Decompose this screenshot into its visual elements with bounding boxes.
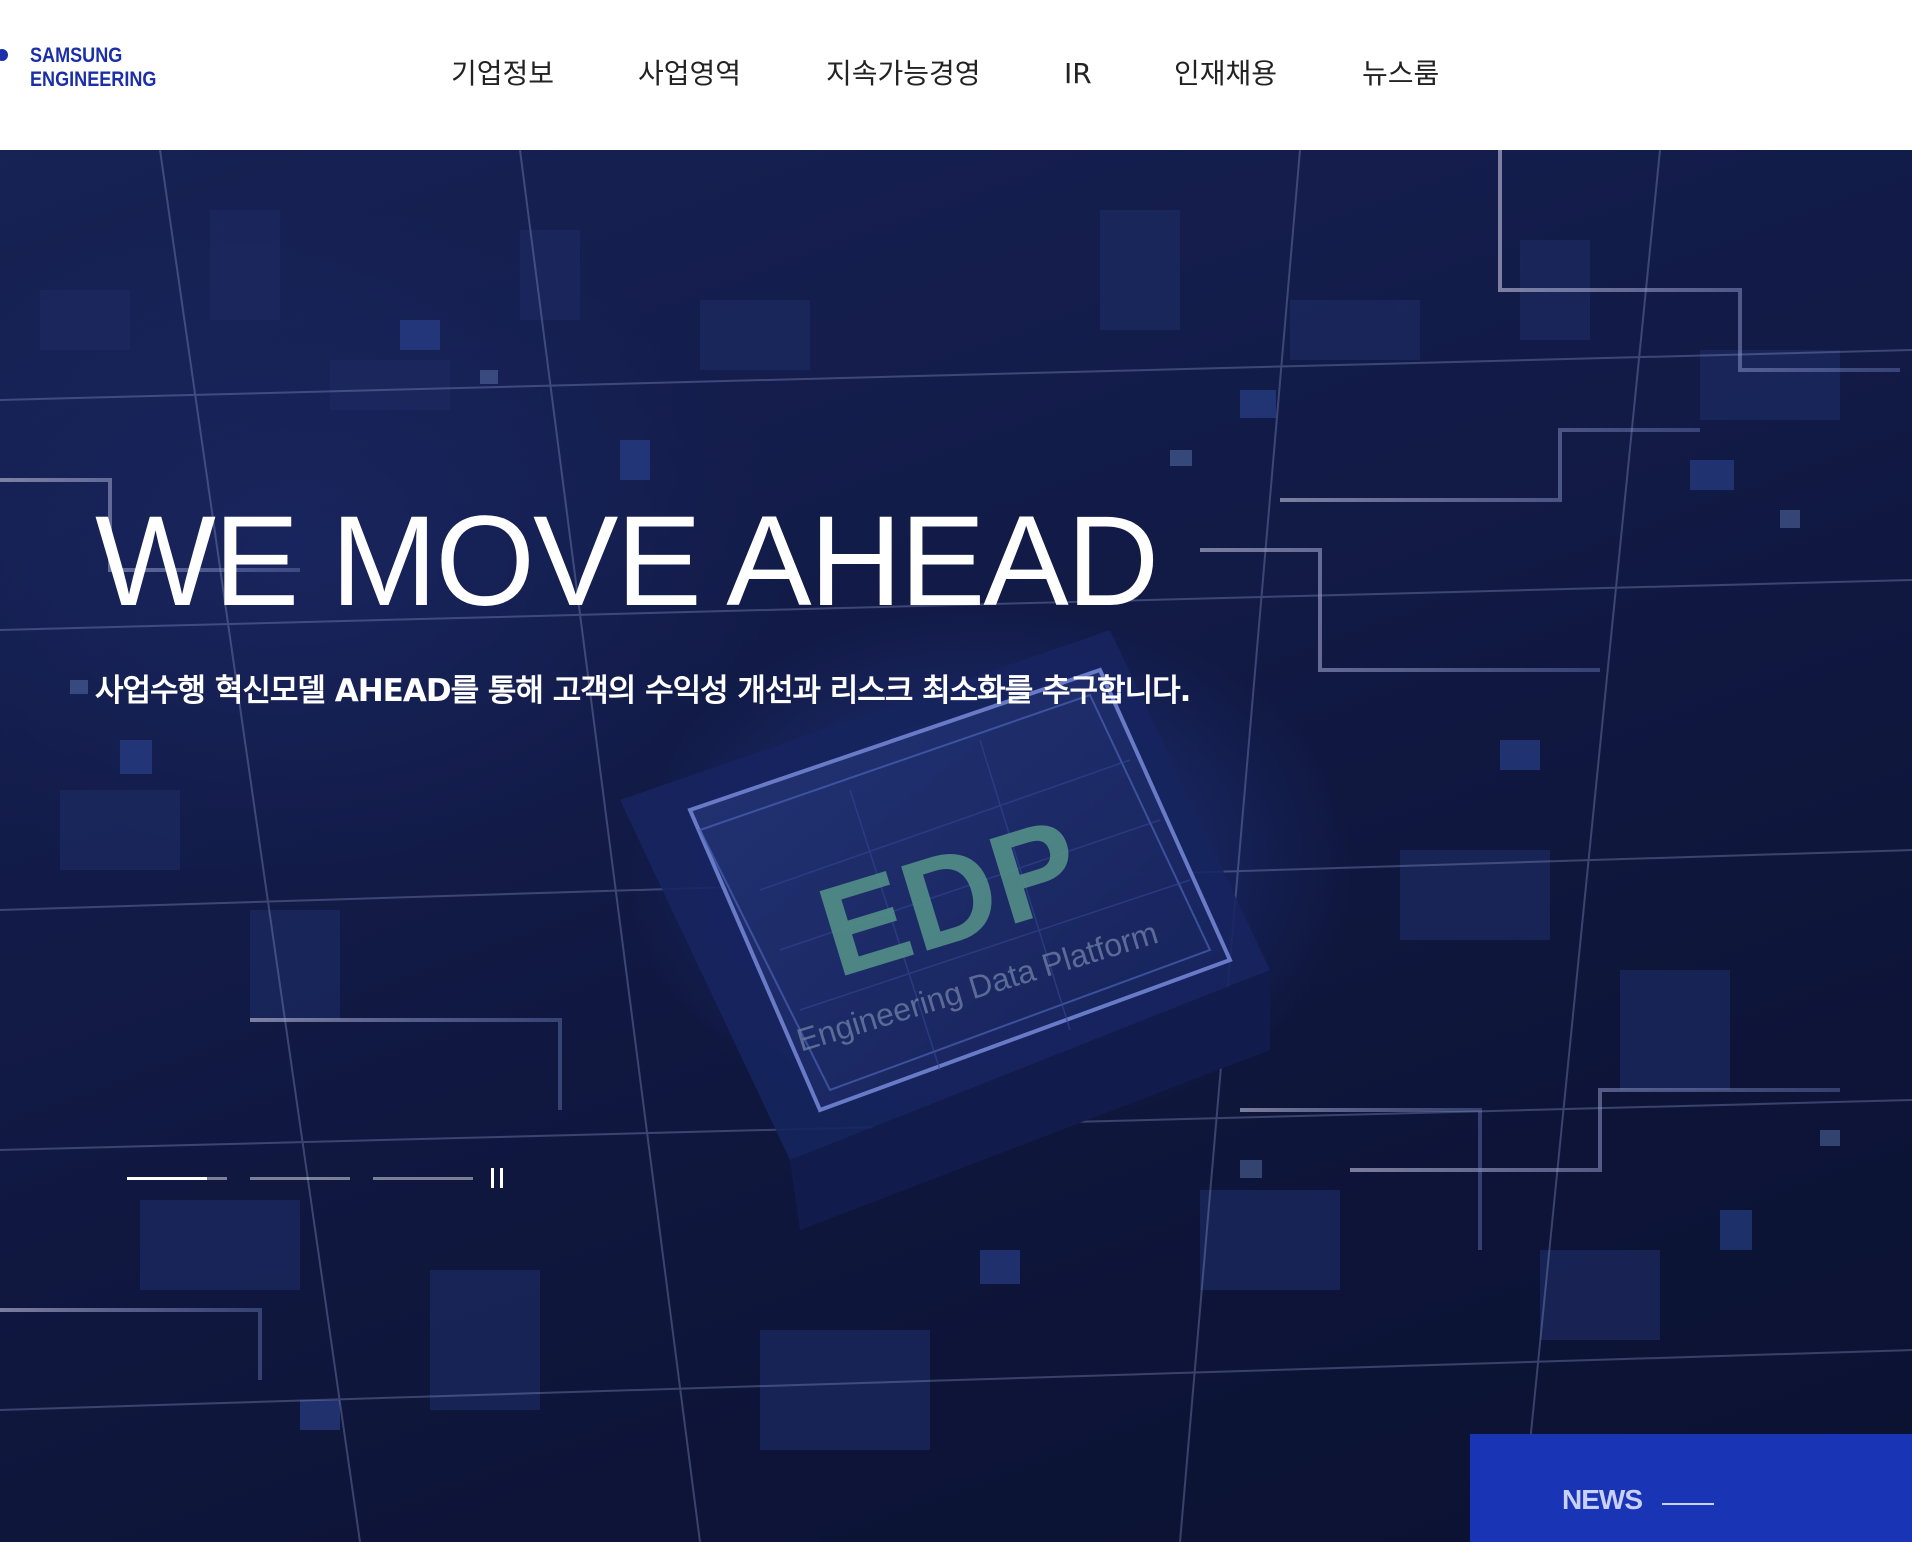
hero-banner: EDP Engineering Data Platform WE MOVE AH… [0,150,1912,1542]
nav-item-company-info[interactable]: 기업정보 [451,51,554,97]
nav-item-business-area[interactable]: 사업영역 [638,51,741,97]
logo-mark-icon [0,49,8,61]
hero-subtitle: 사업수행 혁신모델 AHEAD를 통해 고객의 수익성 개선과 리스크 최소화를… [95,673,1191,709]
hero-background-image: EDP Engineering Data Platform [0,150,1912,1542]
news-panel[interactable]: NEWS [1470,1434,1912,1542]
news-arrow-line [1662,1503,1714,1505]
slide-indicator-1[interactable] [127,1177,227,1180]
nav-item-sustainability[interactable]: 지속가능경영 [826,51,981,97]
nav-item-ir[interactable]: IR [1064,51,1092,97]
hero-title: WE MOVE AHEAD [95,490,1159,633]
logo-text-line-1: SAMSUNG [30,44,123,67]
pause-icon[interactable] [487,1166,509,1190]
site-header: SAMSUNG ENGINEERING 기업정보 사업영역 지속가능경영 IR … [0,0,1912,150]
nav-item-careers[interactable]: 인재채용 [1174,51,1277,97]
news-label: NEWS [1562,1484,1643,1515]
logo-text-line-2: ENGINEERING [30,68,157,91]
slide-indicator-2[interactable] [250,1177,350,1180]
slide-indicator-3[interactable] [373,1177,473,1180]
slide-progress-fill [127,1177,207,1180]
nav-item-newsroom[interactable]: 뉴스룸 [1362,51,1439,97]
